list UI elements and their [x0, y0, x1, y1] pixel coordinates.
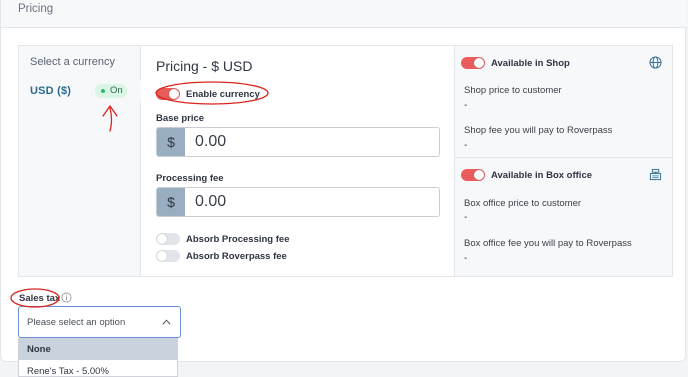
currency-list-title: Select a currency — [30, 56, 115, 68]
currency-item-usd[interactable]: USD ($) On — [19, 80, 141, 102]
card-title: Pricing — [18, 3, 54, 15]
sales-tax-options: None Rene's Tax - 5.00% — [18, 338, 178, 377]
option-renes-tax[interactable]: Rene's Tax - 5.00% — [19, 360, 177, 376]
enable-currency-toggle[interactable] — [156, 88, 180, 100]
shop-fee-value: - — [464, 140, 468, 151]
status-dot-icon — [101, 89, 105, 93]
box-office-fee-value: - — [464, 253, 468, 264]
base-price-label: Base price — [156, 113, 205, 124]
option-none[interactable]: None — [19, 338, 177, 360]
available-in-box-office-label: Available in Box office — [491, 170, 593, 181]
globe-icon — [649, 56, 662, 69]
shop-price-value: - — [464, 100, 468, 111]
info-icon[interactable] — [61, 292, 72, 303]
currency-prefix: $ — [157, 188, 185, 216]
currency-label: USD ($) — [30, 85, 72, 97]
availability-panel: Available in Shop Shop price to customer… — [455, 46, 672, 276]
sales-tax-select[interactable]: Please select an option — [18, 306, 181, 338]
toggle-knob — [169, 89, 179, 99]
enable-currency-label: Enable currency — [186, 89, 260, 100]
pricing-form: Pricing - $ USD Enable currency Base pri… — [141, 46, 455, 276]
absorb-processing-label: Absorb Processing fee — [186, 234, 290, 245]
pricing-card: Pricing Select a currency USD ($) On Pri… — [0, 0, 687, 362]
box-office-price-label: Box office price to customer — [464, 198, 582, 209]
available-in-shop-label: Available in Shop — [491, 58, 570, 69]
toggle-knob — [474, 170, 484, 180]
box-office-price-value: - — [464, 212, 468, 223]
absorb-processing-toggle[interactable] — [156, 233, 180, 245]
base-price-value: 0.00 — [195, 133, 227, 150]
absorb-roverpass-label: Absorb Roverpass fee — [186, 251, 287, 262]
available-in-box-office-toggle[interactable] — [461, 169, 485, 181]
absorb-roverpass-toggle[interactable] — [156, 250, 180, 262]
available-in-shop-toggle[interactable] — [461, 57, 485, 69]
box-office-fee-label: Box office fee you will pay to Roverpass — [464, 238, 632, 249]
shop-price-label: Shop price to customer — [464, 85, 562, 96]
currency-prefix: $ — [157, 128, 185, 156]
shop-fee-label: Shop fee you will pay to Roverpass — [464, 125, 613, 136]
status-badge: On — [95, 84, 127, 98]
currency-list: Select a currency USD ($) On — [19, 46, 141, 276]
toggle-knob — [474, 58, 484, 68]
divider — [455, 157, 672, 158]
base-price-input[interactable]: $ 0.00 — [156, 127, 440, 157]
pricing-title: Pricing - $ USD — [156, 58, 253, 74]
pricing-panel: Select a currency USD ($) On Pricing - $… — [18, 45, 673, 277]
sales-tax-label: Sales tax — [19, 293, 61, 304]
chevron-up-icon — [162, 319, 171, 325]
processing-fee-label: Processing fee — [156, 173, 224, 184]
status-text: On — [110, 85, 123, 96]
toggle-knob — [157, 251, 167, 261]
processing-fee-value: 0.00 — [195, 193, 227, 210]
sales-tax-placeholder: Please select an option — [27, 317, 126, 328]
card-header: Pricing — [1, 0, 687, 28]
cash-register-icon — [649, 168, 662, 181]
processing-fee-input[interactable]: $ 0.00 — [156, 187, 440, 217]
toggle-knob — [157, 234, 167, 244]
